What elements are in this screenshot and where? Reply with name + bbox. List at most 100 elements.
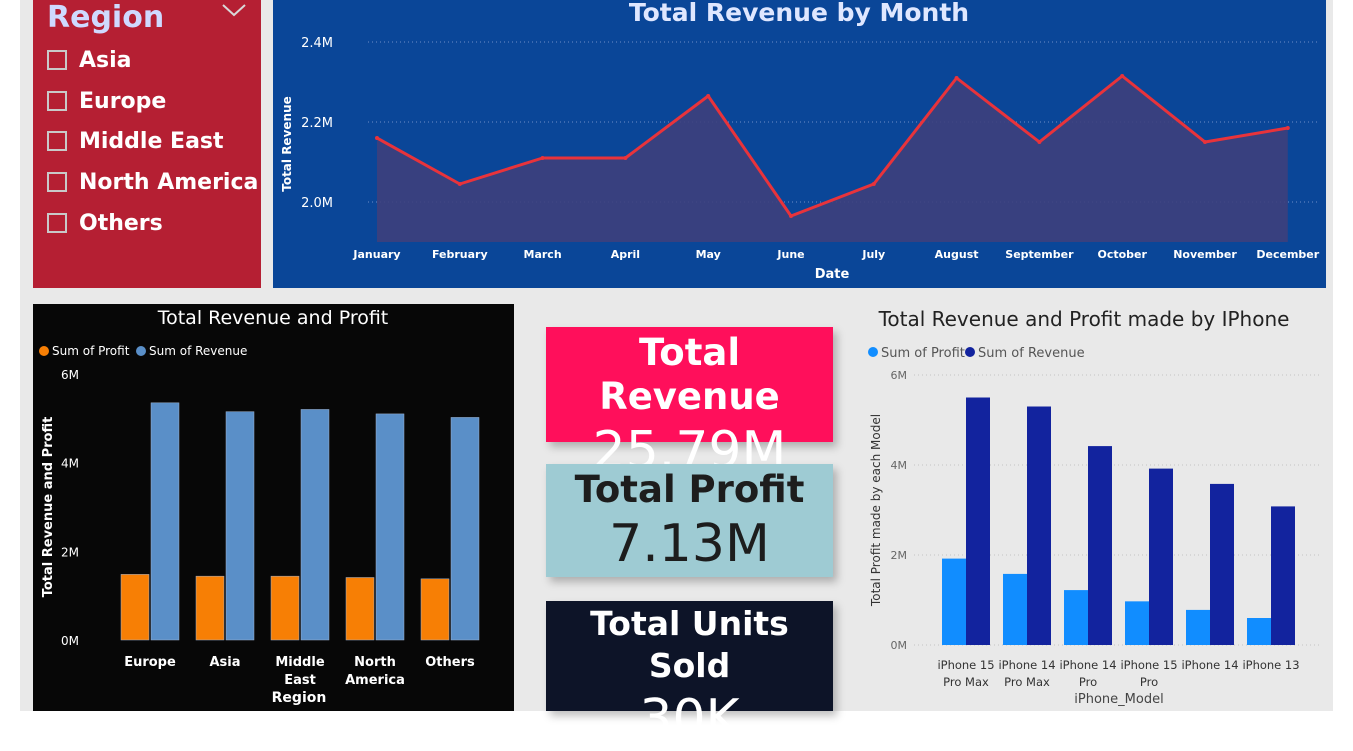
region-slicer: Region Asia Europe Middle East North Ame… <box>33 0 261 288</box>
profit-bar[interactable] <box>1186 609 1210 645</box>
x-axis-title: Region <box>272 690 327 706</box>
revenue-bar[interactable] <box>300 409 330 641</box>
legend-label: Sum of Revenue <box>978 346 1085 361</box>
x-tick-label: iPhone 14 <box>1181 658 1238 672</box>
y-tick-label: 4M <box>891 459 908 472</box>
kpi-card-total-profit[interactable]: Total Profit 7.13M <box>546 464 833 577</box>
chart-title: Total Revenue and Profit <box>157 307 389 329</box>
checkbox[interactable] <box>47 172 67 192</box>
revenue-bar[interactable] <box>450 417 480 641</box>
data-point[interactable] <box>954 76 959 80</box>
data-point[interactable] <box>871 182 876 186</box>
revenue-bar[interactable] <box>225 411 255 641</box>
profit-bar[interactable] <box>942 558 966 645</box>
x-tick-label: April <box>611 248 640 261</box>
profit-bar[interactable] <box>195 575 225 641</box>
x-tick-label: March <box>524 248 562 261</box>
profit-bar[interactable] <box>420 578 450 641</box>
revenue-bar[interactable] <box>1027 406 1051 646</box>
x-tick-label: September <box>1005 248 1074 261</box>
y-tick-label: 6M <box>891 369 908 382</box>
x-tick-label: iPhone 14 Pro Max <box>998 658 1055 689</box>
profit-bar[interactable] <box>345 577 375 641</box>
slicer-item-north-america[interactable]: North America <box>47 167 258 197</box>
data-point[interactable] <box>1203 140 1207 144</box>
y-tick-label: 2.0M <box>301 196 333 211</box>
revenue-bar[interactable] <box>1088 446 1112 645</box>
y-tick-label: 0M <box>891 639 908 652</box>
checkbox[interactable] <box>47 50 67 70</box>
y-axis-title: Total Revenue <box>280 96 294 192</box>
x-tick-label: Middle East <box>275 655 324 688</box>
revenue-profit-by-region-visual[interactable]: Total Revenue and Profit Sum of Profit S… <box>33 304 514 711</box>
kpi-value: 30K <box>639 689 740 749</box>
y-tick-label: 4M <box>61 457 79 471</box>
y-tick-label: 2M <box>61 545 79 559</box>
profit-bar[interactable] <box>1247 618 1271 645</box>
x-tick-label: July <box>861 248 885 261</box>
legend-label: Sum of Profit <box>52 344 130 358</box>
data-point[interactable] <box>1037 140 1042 144</box>
revenue-profit-by-region-chart: Total Revenue and Profit Sum of Profit S… <box>39 307 480 706</box>
y-tick-label: 2.4M <box>301 36 333 51</box>
revenue-bar[interactable] <box>1210 483 1234 645</box>
chart-title: Total Revenue by Month <box>629 0 969 27</box>
y-axis-title: Total Revenue and Profit <box>41 417 56 598</box>
revenue-bar[interactable] <box>375 413 405 641</box>
kpi-value: 7.13M <box>609 514 770 574</box>
kpi-title: Total Profit <box>574 468 805 511</box>
y-tick-label: 6M <box>61 368 79 382</box>
profit-bar[interactable] <box>120 574 150 641</box>
data-point[interactable] <box>706 94 711 98</box>
x-tick-label: February <box>432 248 488 261</box>
profit-bar[interactable] <box>1125 601 1149 645</box>
profit-bar[interactable] <box>270 575 300 641</box>
x-axis-title: Date <box>815 267 850 282</box>
legend-marker-profit <box>868 347 878 357</box>
slicer-item-europe[interactable]: Europe <box>47 86 166 116</box>
x-tick-label: December <box>1256 248 1319 261</box>
x-tick-label: January <box>352 248 400 261</box>
data-point[interactable] <box>457 182 462 186</box>
revenue-bar[interactable] <box>1271 506 1295 645</box>
data-point[interactable] <box>1285 126 1290 130</box>
x-tick-label: November <box>1173 248 1237 261</box>
x-tick-label: June <box>776 248 804 261</box>
kpi-title: Total Revenue <box>599 331 780 418</box>
legend-marker-revenue <box>136 346 146 356</box>
revenue-bar[interactable] <box>966 397 990 646</box>
x-tick-label: October <box>1097 248 1147 261</box>
x-tick-label: North America <box>345 655 405 688</box>
x-tick-label: iPhone 15 Pro Max <box>937 658 994 689</box>
slicer-item-asia[interactable]: Asia <box>47 45 132 75</box>
revenue-bar[interactable] <box>1149 468 1173 645</box>
revenue-bar[interactable] <box>150 402 180 641</box>
data-point[interactable] <box>375 136 379 140</box>
kpi-card-total-revenue[interactable]: Total Revenue 25.79M <box>546 327 833 481</box>
checkbox[interactable] <box>47 91 67 111</box>
revenue-profit-by-iphone-chart: Total Revenue and Profit made by IPhone … <box>868 307 1322 707</box>
chevron-down-icon[interactable] <box>221 2 247 18</box>
slicer-item-label: North America <box>79 169 259 195</box>
slicer-title: Region <box>47 0 165 35</box>
x-tick-label: May <box>696 248 721 261</box>
y-tick-label: 2M <box>891 549 908 562</box>
checkbox[interactable] <box>47 131 67 151</box>
revenue-by-month-visual[interactable]: Total Revenue by Month Total Revenue Dat… <box>273 0 1326 288</box>
data-point[interactable] <box>623 156 628 160</box>
data-point[interactable] <box>540 156 545 160</box>
slicer-item-middle-east[interactable]: Middle East <box>47 126 224 156</box>
slicer-item-others[interactable]: Others <box>47 208 163 238</box>
data-point[interactable] <box>789 214 793 218</box>
y-axis-title: Total Profit made by each Model <box>869 414 883 607</box>
data-point[interactable] <box>1120 74 1125 78</box>
profit-bar[interactable] <box>1003 573 1027 645</box>
kpi-card-total-units-sold[interactable]: Total Units Sold 30K <box>546 601 833 749</box>
x-tick-label: August <box>935 248 979 261</box>
revenue-profit-by-iphone-visual[interactable]: Total Revenue and Profit made by IPhone … <box>852 300 1326 711</box>
revenue-by-month-chart: Total Revenue by Month Total Revenue Dat… <box>280 0 1320 282</box>
checkbox[interactable] <box>47 213 67 233</box>
legend-label: Sum of Revenue <box>149 344 247 358</box>
profit-bar[interactable] <box>1064 590 1088 645</box>
x-tick-label: iPhone 15 Pro <box>1120 658 1177 689</box>
